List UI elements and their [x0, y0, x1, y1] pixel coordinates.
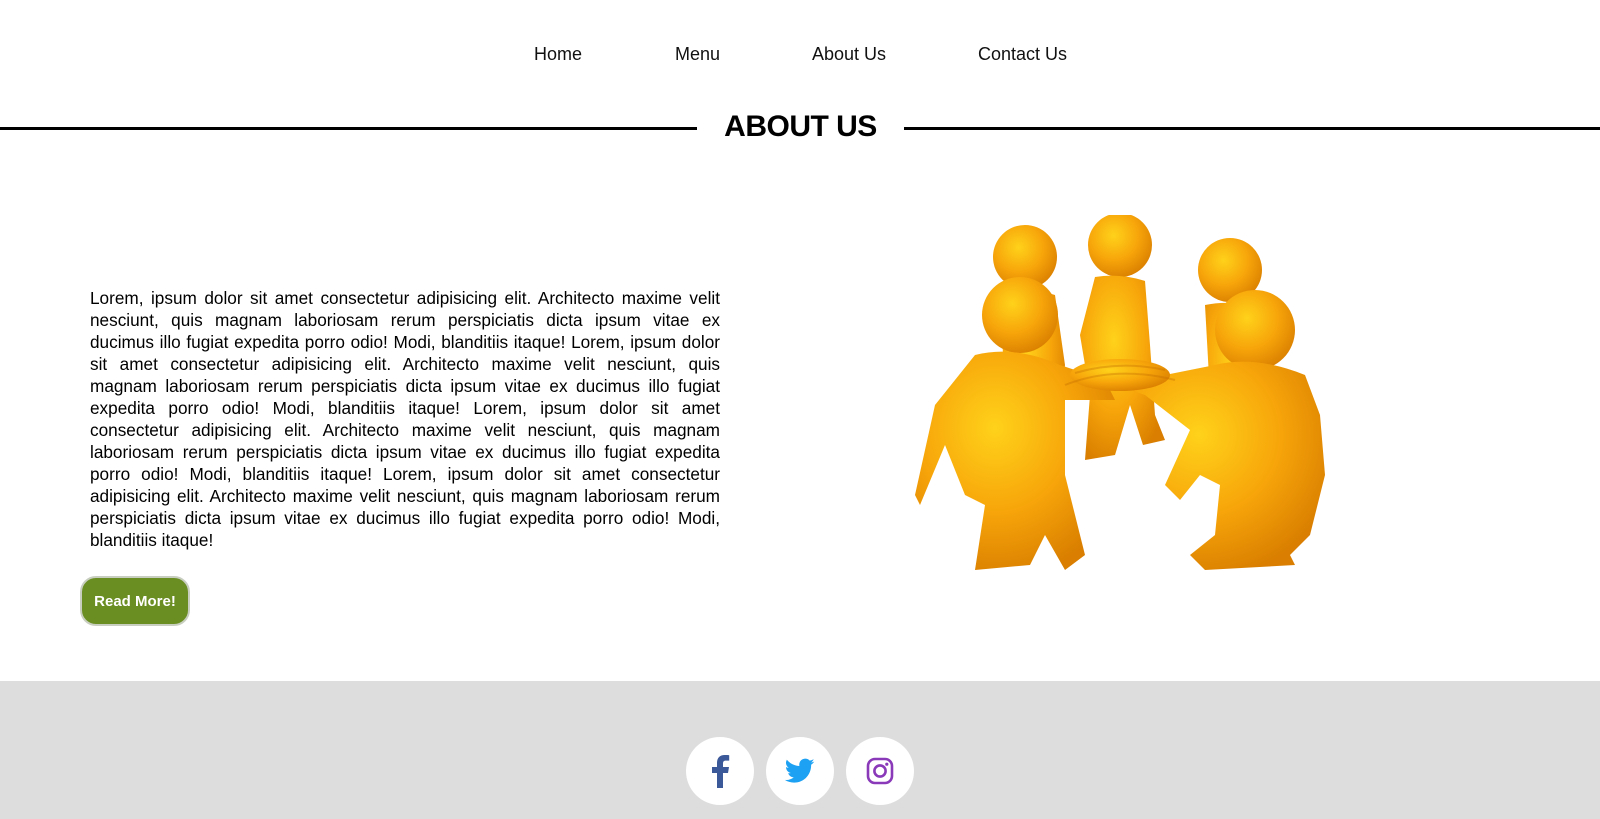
footer	[0, 681, 1600, 819]
nav-about-link[interactable]: About Us	[812, 44, 886, 65]
read-more-button[interactable]: Read More!	[80, 576, 190, 626]
facebook-icon	[712, 755, 730, 788]
facebook-button[interactable]	[686, 737, 754, 805]
title-divider-right	[904, 127, 1600, 130]
top-nav: Home Menu About Us Contact Us	[0, 40, 1600, 70]
nav-home-link[interactable]: Home	[534, 44, 582, 65]
page-title: ABOUT US	[724, 110, 877, 143]
twitter-button[interactable]	[766, 737, 834, 805]
nav-menu-link[interactable]: Menu	[675, 44, 720, 65]
section-header: ABOUT US	[0, 108, 1600, 150]
nav-contact-link[interactable]: Contact Us	[978, 44, 1067, 65]
about-paragraph: Lorem, ipsum dolor sit amet consectetur …	[90, 288, 720, 550]
twitter-icon	[785, 758, 815, 783]
team-huddle-image	[915, 215, 1325, 570]
title-divider-left	[0, 127, 697, 130]
instagram-button[interactable]	[846, 737, 914, 805]
page: Home Menu About Us Contact Us ABOUT US L…	[0, 0, 1600, 819]
instagram-icon	[866, 757, 894, 785]
